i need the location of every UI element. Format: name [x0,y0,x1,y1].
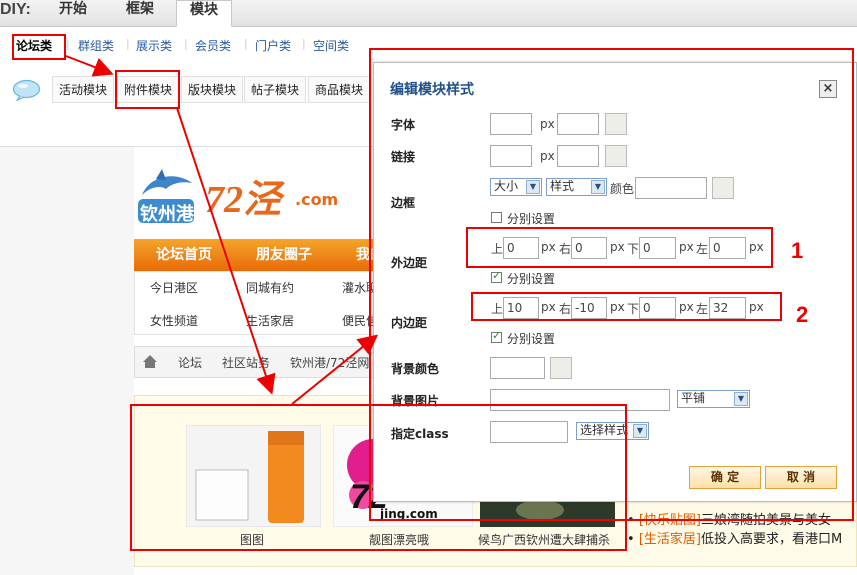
subcat-space[interactable]: 空间类 [313,37,349,54]
module-thread-button[interactable]: 帖子模块 [244,76,307,103]
subcat-separator: | [66,37,70,50]
subnav-today[interactable]: 今日港区 [150,279,198,296]
logo-brand: 72泾 [205,179,282,221]
tab-module[interactable]: 模块 [176,0,232,27]
module-activity-button[interactable]: 活动模块 [52,76,115,103]
annotation-number-2: 2 [796,302,809,327]
news-tag[interactable]: [生活家居] [639,532,701,547]
news-title[interactable]: 低投入高要求，看港口M [701,532,842,547]
news-bullet: • [627,532,639,547]
annotation-number-1: 1 [791,238,804,263]
nav-forum-home[interactable]: 论坛首页 [156,239,212,271]
logo-tld: .com [295,190,339,209]
diy-label: DIY: [0,1,31,18]
annotation-box-padding [471,292,782,321]
module-goods-button[interactable]: 商品模块 [308,76,371,103]
annotation-box-attachment-module [115,70,180,109]
subnav-dating[interactable]: 同城有约 [246,279,294,296]
annotation-box-gallery [130,404,627,551]
arrow-forum-to-module [65,55,114,77]
breadcrumb-site-affairs[interactable]: 社区站务 [222,354,270,371]
subcat-separator: | [184,37,188,50]
breadcrumb-forum[interactable]: 论坛 [178,354,202,371]
subcat-member[interactable]: 会员类 [195,37,231,54]
annotation-box-forum-tab [12,34,66,60]
speech-bubble-icon [12,79,41,101]
subcat-display[interactable]: 展示类 [136,37,172,54]
subnav-women[interactable]: 女性频道 [150,312,198,329]
breadcrumb-board[interactable]: 钦州港/72泾网 [290,354,369,371]
subcat-separator: | [126,37,130,50]
news-item[interactable]: • [生活家居]低投入高要求，看港口M [627,528,842,547]
subcat-portal[interactable]: 门户类 [255,37,291,54]
subcat-separator: | [302,37,306,50]
tab-frame[interactable]: 框架 [115,0,165,27]
nav-friends[interactable]: 朋友圈子 [256,239,312,271]
subnav-home[interactable]: 生活家居 [246,312,294,329]
logo-text: 钦州港 [140,204,194,225]
module-board-button[interactable]: 版块模块 [181,76,244,103]
annotation-box-margin [466,227,773,268]
tab-start[interactable]: 开始 [50,0,96,27]
subcat-group[interactable]: 群组类 [78,37,114,54]
home-icon[interactable] [142,354,158,369]
subcat-separator: | [244,37,248,50]
